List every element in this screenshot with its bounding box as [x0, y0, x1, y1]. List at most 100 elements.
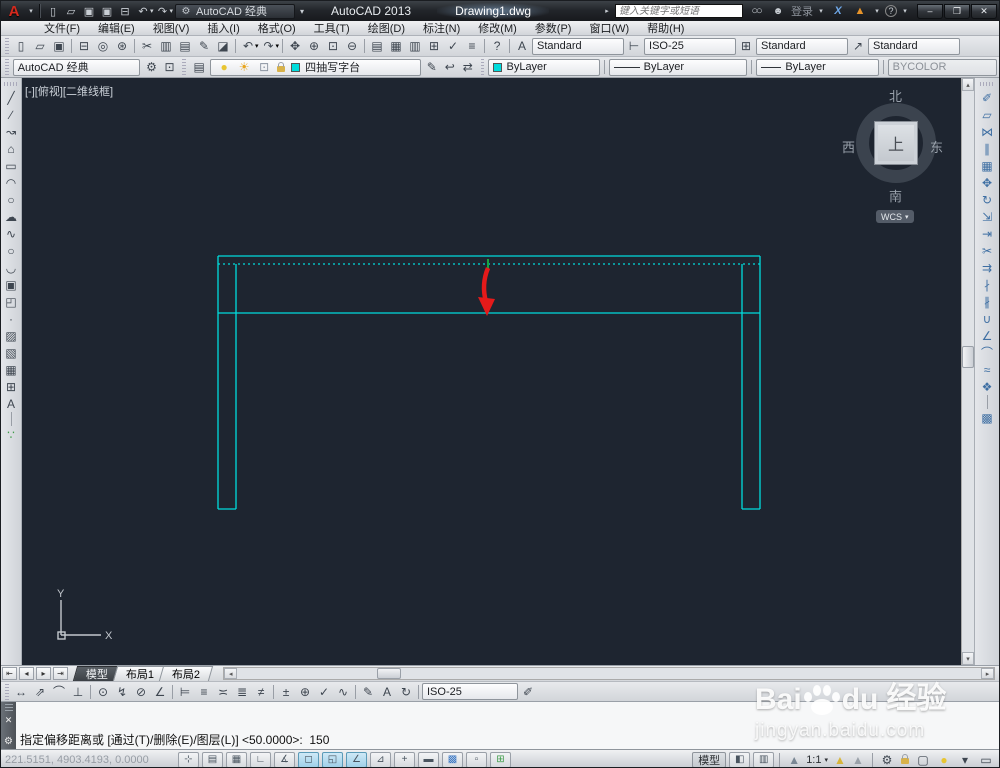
app-window-icon[interactable]: ▢: [914, 752, 932, 768]
clean-screen-icon[interactable]: ▭: [977, 752, 995, 768]
dim-linear-icon[interactable]: ↔: [12, 684, 30, 700]
move-icon[interactable]: ✥: [978, 174, 996, 191]
dim-space-icon[interactable]: ≣: [233, 684, 251, 700]
scroll-down-icon[interactable]: ▾: [962, 652, 974, 665]
snap-toggle[interactable]: ▤: [202, 751, 223, 767]
auto-annotation-icon[interactable]: ▲: [849, 752, 867, 768]
quick-view-drawings-icon[interactable]: ▥: [753, 751, 775, 767]
dim-continue-icon[interactable]: ≍: [214, 684, 232, 700]
chamfer-icon[interactable]: ∠: [978, 327, 996, 344]
help-icon[interactable]: ?: [885, 5, 897, 17]
toolbar-grip[interactable]: [5, 683, 9, 700]
viewcube-south[interactable]: 南: [889, 186, 902, 205]
dim-jogged-icon[interactable]: ↯: [113, 684, 131, 700]
pan-icon[interactable]: ✥: [286, 38, 304, 54]
array-icon[interactable]: ▦: [978, 157, 996, 174]
signin-caret-icon[interactable]: ▾: [817, 3, 825, 19]
undo-caret-icon[interactable]: ▾: [255, 42, 259, 50]
paste-icon[interactable]: ▤: [176, 38, 194, 54]
viewcube-north[interactable]: 北: [889, 86, 902, 105]
save-icon[interactable]: ▣: [80, 3, 98, 19]
grid-toggle[interactable]: ▦: [226, 751, 247, 767]
annotation-scale-value[interactable]: 1:1: [806, 754, 821, 766]
make-block-icon[interactable]: ◰: [2, 293, 20, 310]
toolbar-grip[interactable]: [5, 59, 9, 75]
plot-icon[interactable]: ⊟: [116, 3, 134, 19]
break-at-point-icon[interactable]: ∤: [978, 276, 996, 293]
layer-dropdown[interactable]: ● ☀ ⊡ 四抽写字台: [210, 58, 421, 76]
ortho-toggle[interactable]: ∟: [250, 751, 271, 767]
wcs-dropdown[interactable]: WCS ▾: [876, 210, 914, 223]
transparency-toggle[interactable]: ▩: [442, 751, 463, 767]
color-dropdown[interactable]: ByLayer: [488, 58, 600, 76]
polyline-icon[interactable]: ↝: [2, 123, 20, 140]
open-icon[interactable]: ▱: [31, 38, 49, 54]
mtext-icon[interactable]: A: [2, 395, 20, 412]
new-icon[interactable]: ▯: [12, 38, 30, 54]
dim-arc-length-icon[interactable]: ⌒: [50, 684, 68, 700]
menu-item-3[interactable]: 插入(I): [198, 21, 248, 36]
spline-icon[interactable]: ∿: [2, 225, 20, 242]
designcenter-icon[interactable]: ▦: [387, 38, 405, 54]
tab-last-icon[interactable]: ⇥: [53, 667, 68, 680]
tab-layout2[interactable]: 布局2: [158, 666, 214, 681]
otrack-toggle[interactable]: ∠: [346, 751, 367, 767]
osnap-toggle[interactable]: ◻: [298, 751, 319, 767]
cc-caret-icon[interactable]: ▾: [873, 3, 881, 19]
region-icon[interactable]: ▦: [2, 361, 20, 378]
workspace-dropdown[interactable]: AutoCAD 经典: [12, 58, 141, 76]
horizontal-scrollbar[interactable]: ◂ ▸: [223, 667, 995, 680]
tool-palettes-icon[interactable]: ▥: [406, 38, 424, 54]
scale-icon[interactable]: ⇲: [978, 208, 996, 225]
dyn-input-toggle[interactable]: +: [394, 751, 415, 767]
status-menu-caret-icon[interactable]: ▾: [956, 752, 974, 768]
copy-clip-icon[interactable]: ▥: [157, 38, 175, 54]
join-icon[interactable]: ∪: [978, 310, 996, 327]
sign-in-link[interactable]: 登录: [791, 3, 813, 19]
linetype-dropdown[interactable]: ByLayer: [608, 58, 748, 76]
search-input[interactable]: [615, 4, 743, 18]
ducs-toggle[interactable]: ⊿: [370, 751, 391, 767]
dim-break-icon[interactable]: ≠: [252, 684, 270, 700]
hardware-accel-bulb-icon[interactable]: ●: [935, 752, 953, 768]
command-text-area[interactable]: 指定偏移距离或 [通过(T)/删除(E)/图层(L)] <50.0000>: 1…: [16, 702, 999, 767]
layer-unlock-icon[interactable]: [275, 59, 287, 75]
ellipse-arc-icon[interactable]: ◡: [2, 259, 20, 276]
toolbar-grip[interactable]: [4, 82, 18, 86]
dim-edit-icon[interactable]: ✎: [359, 684, 377, 700]
offset-icon[interactable]: ∥: [978, 140, 996, 157]
quickcalc-icon[interactable]: ≡: [463, 38, 481, 54]
dim-style-dropdown[interactable]: ISO-25: [644, 37, 737, 55]
layer-states-icon[interactable]: ⇄: [459, 59, 477, 75]
match-layer-icon[interactable]: ✎: [423, 59, 441, 75]
tolerance-icon[interactable]: ±: [277, 684, 295, 700]
workspace-settings-icon[interactable]: ⊡: [160, 59, 178, 75]
menu-item-9[interactable]: 参数(P): [526, 21, 581, 36]
redo-caret-icon[interactable]: ▾: [276, 42, 280, 50]
layer-previous-icon[interactable]: ↩: [441, 59, 459, 75]
restore-button[interactable]: ❐: [944, 3, 970, 19]
lineweight-toggle[interactable]: ▬: [418, 751, 439, 767]
menu-item-6[interactable]: 绘图(D): [359, 21, 414, 36]
close-button[interactable]: ✕: [971, 3, 997, 19]
zoom-window-icon[interactable]: ⊡: [324, 38, 342, 54]
menu-item-7[interactable]: 标注(N): [414, 21, 469, 36]
blend-curves-icon[interactable]: ≈: [978, 361, 996, 378]
quick-dim-icon[interactable]: ⊨: [176, 684, 194, 700]
dim-toolbar-style-dropdown[interactable]: ISO-25: [422, 683, 518, 700]
scroll-left-icon[interactable]: ◂: [224, 668, 238, 679]
menu-item-0[interactable]: 文件(F): [35, 21, 89, 36]
menu-item-2[interactable]: 视图(V): [144, 21, 199, 36]
layer-properties-icon[interactable]: ▤: [190, 59, 208, 75]
infer-constraints-toggle[interactable]: ⊹: [178, 751, 199, 767]
rotate-icon[interactable]: ↻: [978, 191, 996, 208]
layer-vp-freeze-icon[interactable]: ⊡: [255, 59, 273, 75]
break-icon[interactable]: ∦: [978, 293, 996, 310]
circle-icon[interactable]: ○: [2, 191, 20, 208]
gradient-icon[interactable]: ▧: [2, 344, 20, 361]
trim-icon[interactable]: ✂: [978, 242, 996, 259]
app-menu-caret-icon[interactable]: ▾: [27, 3, 35, 19]
stretch-icon[interactable]: ⇥: [978, 225, 996, 242]
lineweight-dropdown[interactable]: ByLayer: [756, 58, 879, 76]
workspace-switch-gear-icon[interactable]: ⚙: [878, 752, 896, 768]
